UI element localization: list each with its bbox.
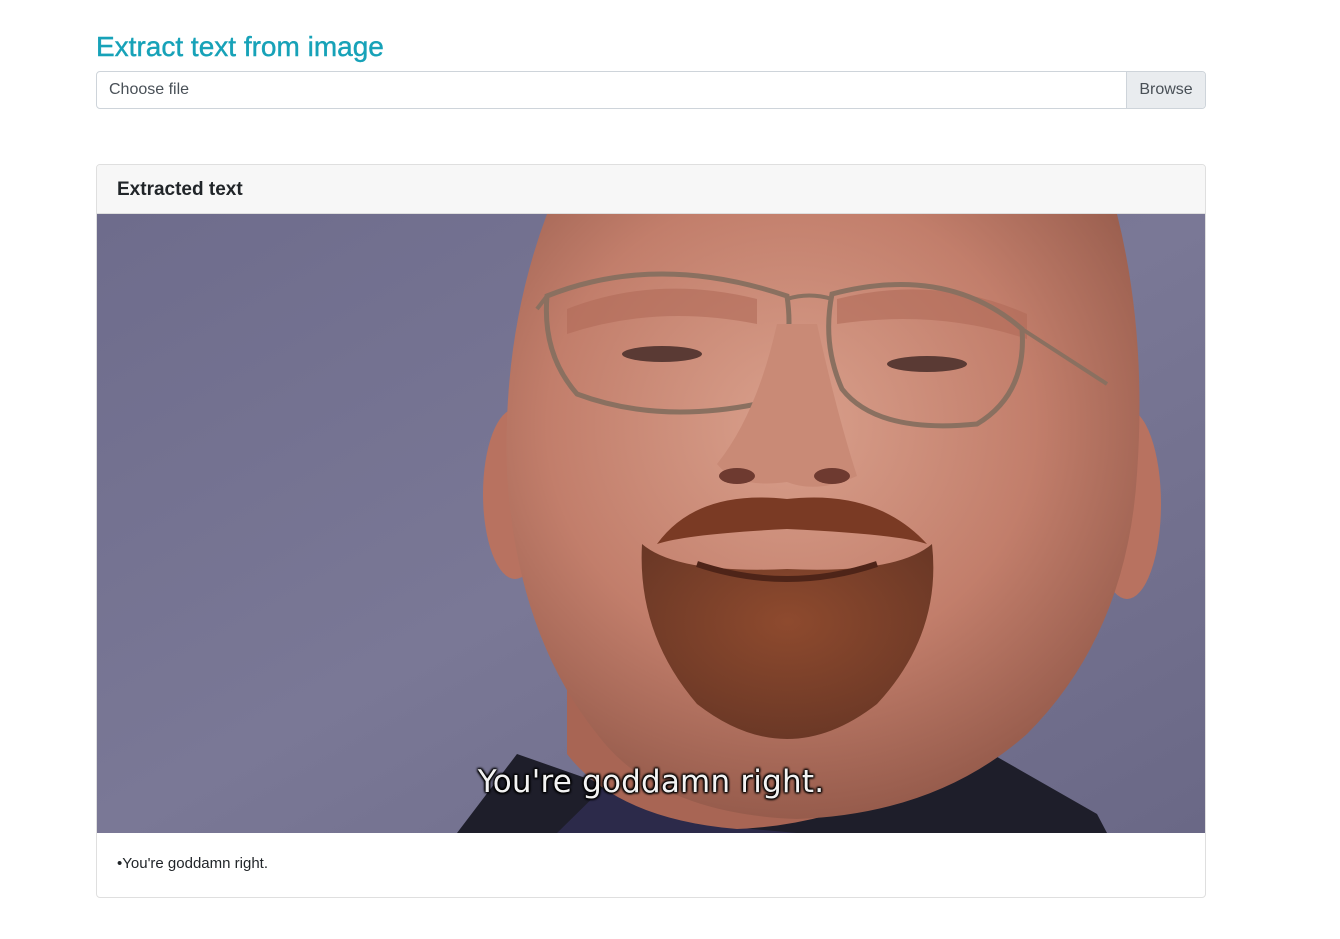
page-title: Extract text from image bbox=[96, 31, 384, 62]
card-header: Extracted text bbox=[97, 165, 1205, 214]
portrait-photo bbox=[97, 214, 1205, 833]
image-caption: You're goddamn right. bbox=[477, 764, 825, 800]
extracted-text-output: •You're goddamn right. bbox=[117, 855, 268, 872]
file-upload-input[interactable]: Choose file Browse bbox=[96, 71, 1206, 109]
file-input-placeholder: Choose file bbox=[109, 81, 190, 98]
extracted-text-card: Extracted text You're goddamn right. •Yo… bbox=[96, 164, 1206, 898]
card-title: Extracted text bbox=[117, 179, 243, 200]
uploaded-image: You're goddamn right. bbox=[97, 214, 1205, 833]
browse-button[interactable]: Browse bbox=[1126, 72, 1205, 108]
